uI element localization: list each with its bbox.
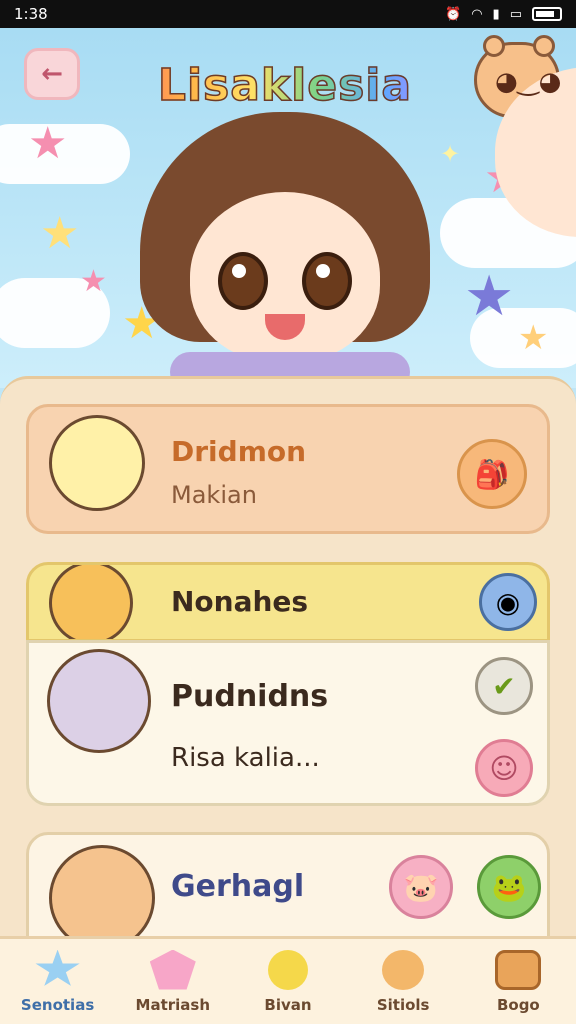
nav-item-matriash[interactable]: Matriash: [118, 949, 228, 1014]
signal-icon: ▮: [492, 6, 500, 22]
card-title: Dridmon: [171, 435, 307, 468]
pig-creature-icon: 🐷: [389, 855, 453, 919]
card-subtitle: Risa kalia...: [171, 743, 320, 773]
character-avatar: [49, 415, 145, 511]
back-arrow-icon: ←: [41, 59, 63, 89]
card-title: Nonahes: [171, 585, 309, 618]
frog-creature-icon: 🐸: [477, 855, 541, 919]
sim-icon: ▭: [509, 6, 522, 22]
card-subtitle: Makian: [171, 481, 257, 509]
star-icon: ★: [518, 318, 549, 358]
blob-creature-icon: ◉: [479, 573, 537, 631]
star-icon: ★: [464, 264, 515, 329]
nav-item-senotias[interactable]: Senotias: [3, 949, 113, 1014]
character-avatar: [47, 649, 151, 753]
alarm-icon: ⏰: [445, 6, 462, 22]
smile-face-icon[interactable]: ☺: [475, 739, 533, 797]
nav-label: Bogo: [496, 995, 540, 1014]
nav-label: Senotias: [20, 995, 95, 1014]
battery-icon: [532, 7, 562, 21]
star-icon: [35, 949, 80, 986]
hamster-mascot-icon: ◕‿◕: [474, 35, 576, 237]
hero-banner: ★ ★ ★ ★ ★ ★ ★ ✦ ← Lisaklesia ◕‿◕: [0, 28, 576, 388]
star-icon: ★: [28, 118, 68, 169]
chest-icon: [495, 949, 542, 990]
nav-label: Sitiols: [376, 995, 430, 1014]
list-card-3[interactable]: Pudnidns Risa kalia... ✔ ☺: [26, 640, 550, 806]
star-icon: ★: [80, 264, 107, 299]
app-title: Lisaklesia: [120, 59, 450, 112]
nav-item-bivan[interactable]: Bivan: [233, 949, 343, 1014]
nav-item-sitiols[interactable]: Sitiols: [348, 949, 458, 1014]
wifi-icon: ◠: [471, 6, 483, 22]
status-icons: ⏰ ◠ ▮ ▭: [445, 7, 562, 22]
pet-icon: [382, 949, 425, 990]
bottom-navigation: Senotias Matriash Bivan Sitiols Bogo: [0, 936, 576, 1024]
status-bar: 1:38 ⏰ ◠ ▮ ▭: [0, 0, 576, 28]
sparkle-icon: ✦: [440, 140, 461, 168]
status-time: 1:38: [14, 5, 48, 23]
nav-item-bogo[interactable]: Bogo: [463, 949, 573, 1014]
character-avatar: [49, 565, 133, 639]
lemon-icon: [267, 949, 308, 990]
card-title: Gerhagl: [171, 869, 305, 904]
back-button[interactable]: ←: [24, 48, 80, 100]
nav-label: Matriash: [135, 995, 211, 1014]
gem-icon: [149, 949, 196, 990]
list-card-2[interactable]: Nonahes ◉: [26, 562, 550, 642]
nav-label: Bivan: [264, 995, 312, 1014]
bag-icon[interactable]: 🎒: [457, 439, 527, 509]
hero-character-illustration: [140, 112, 430, 388]
card-title: Pudnidns: [171, 679, 329, 714]
list-card-1[interactable]: Dridmon Makian 🎒: [26, 404, 550, 534]
star-icon: ★: [40, 208, 80, 259]
checkmark-icon[interactable]: ✔: [475, 657, 533, 715]
